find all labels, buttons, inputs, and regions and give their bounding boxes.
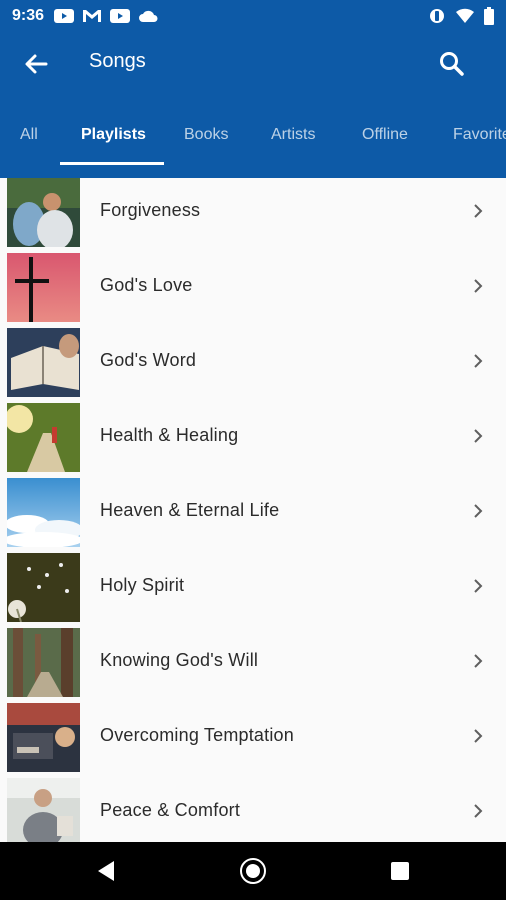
chevron-right-icon (474, 579, 483, 593)
youtube-icon (110, 9, 131, 23)
home-circle-icon[interactable] (240, 858, 266, 884)
search-icon[interactable] (436, 48, 468, 80)
chevron-right-icon (474, 204, 483, 218)
page-title: Songs (89, 50, 146, 72)
playlist-title: Peace & Comfort (100, 800, 241, 820)
playlist-thumbnail (7, 253, 80, 322)
active-tab-indicator (60, 162, 164, 165)
playlist-thumbnail (7, 478, 80, 547)
app-bar: Songs (0, 32, 506, 96)
playlist-thumbnail (7, 553, 80, 622)
playlist-thumbnail (7, 628, 80, 697)
playlist-title: Overcoming Temptation (100, 725, 294, 745)
playlist-thumbnail (7, 703, 80, 772)
recents-square-icon[interactable] (391, 862, 409, 880)
chevron-right-icon (474, 504, 483, 518)
chevron-right-icon (474, 804, 483, 818)
playlist-title: Forgiveness (100, 200, 201, 220)
status-bar: 9:36 (0, 0, 506, 32)
tab-favorites[interactable]: Favorites (453, 126, 506, 144)
playlist-title: God's Love (100, 275, 193, 295)
list-item[interactable]: Peace & Comfort (0, 778, 506, 842)
cloud-icon (139, 10, 158, 22)
list-item[interactable]: Overcoming Temptation (0, 703, 506, 778)
playlist-title: Health & Healing (100, 425, 239, 445)
chevron-right-icon (474, 354, 483, 368)
playlist-thumbnail (7, 328, 80, 397)
playlist-title: Knowing God's Will (100, 650, 259, 670)
list-item[interactable]: Heaven & Eternal Life (0, 478, 506, 553)
chevron-right-icon (474, 429, 483, 443)
arrow-back-icon[interactable] (20, 48, 52, 80)
list-item[interactable]: God's Love (0, 253, 506, 328)
chevron-right-icon (474, 654, 483, 668)
wifi-icon (456, 8, 474, 23)
list-item[interactable]: Holy Spirit (0, 553, 506, 628)
status-time: 9:36 (12, 7, 45, 24)
playlist-thumbnail (7, 178, 80, 247)
tab-all[interactable]: All (20, 126, 38, 144)
gmail-icon (83, 10, 102, 22)
tab-artists[interactable]: Artists (271, 126, 315, 144)
vibrate-icon (430, 9, 444, 23)
back-triangle-icon[interactable] (96, 860, 116, 882)
chevron-right-icon (474, 729, 483, 743)
tab-offline[interactable]: Offline (362, 126, 408, 144)
tab-bar: All Playlists Books Artists Offline Favo… (0, 96, 506, 178)
playlist-title: God's Word (100, 350, 197, 370)
playlist-title: Heaven & Eternal Life (100, 500, 280, 520)
playlist-thumbnail (7, 403, 80, 472)
list-item[interactable]: Health & Healing (0, 403, 506, 478)
battery-icon (484, 7, 494, 25)
playlist-thumbnail (7, 778, 80, 842)
list-item[interactable]: Forgiveness (0, 178, 506, 253)
tab-books[interactable]: Books (184, 126, 228, 144)
playlist-list: Forgiveness God's Love God's Word Health… (0, 178, 506, 842)
list-item[interactable]: Knowing God's Will (0, 628, 506, 703)
playlist-title: Holy Spirit (100, 575, 185, 595)
system-nav-bar (0, 842, 506, 900)
list-item[interactable]: God's Word (0, 328, 506, 403)
tab-playlists[interactable]: Playlists (81, 126, 146, 144)
chevron-right-icon (474, 279, 483, 293)
youtube-icon (54, 9, 75, 23)
